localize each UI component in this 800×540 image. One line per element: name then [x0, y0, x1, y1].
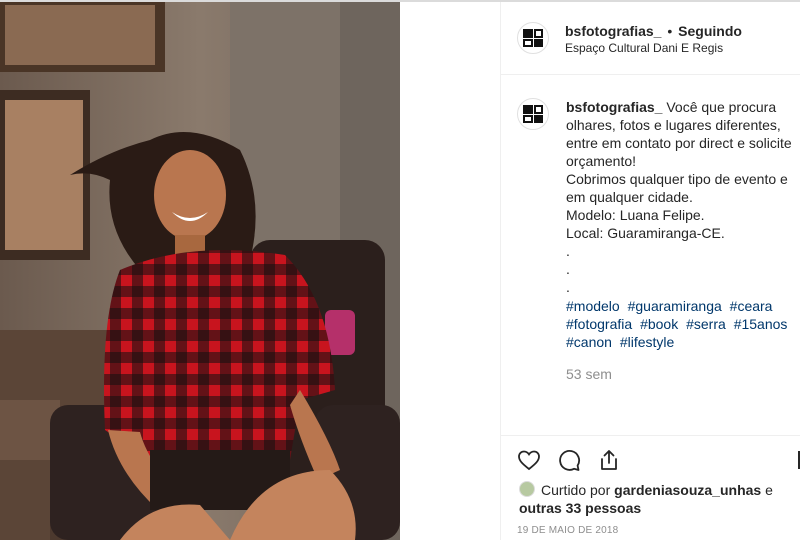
liker-username-link[interactable]: gardeniasouza_unhas [614, 482, 761, 498]
hashtag-link[interactable]: #serra [686, 316, 726, 332]
header-username-line: bsfotografias_ • Seguindo [565, 23, 742, 39]
caption-line: Você que procura [666, 99, 777, 115]
likes-connector: e [765, 482, 773, 498]
hashtag-link[interactable]: #15anos [734, 316, 788, 332]
brand-logo-icon [523, 29, 543, 47]
likes-prefix: Curtido por [541, 482, 611, 498]
separator-dot: • [667, 23, 673, 39]
hashtag-link[interactable]: #guaramiranga [628, 298, 722, 314]
hashtag-link[interactable]: #ceara [730, 298, 773, 314]
top-border [0, 0, 800, 2]
caption-author-avatar[interactable] [517, 98, 549, 130]
caption-line: . [566, 279, 570, 295]
caption-line: em qualquer cidade. [566, 189, 693, 205]
save-button[interactable] [795, 446, 800, 474]
caption-line: olhares, fotos e lugares diferentes, [566, 117, 781, 133]
author-avatar[interactable] [517, 22, 549, 54]
following-button[interactable]: Seguindo [678, 23, 742, 39]
share-icon [601, 450, 617, 470]
action-bar [501, 444, 800, 480]
hashtag-list: #modelo #guaramiranga #ceara #fotografia… [566, 297, 798, 351]
caption-line: Cobrimos qualquer tipo de evento e [566, 171, 788, 187]
share-button[interactable] [595, 446, 623, 474]
comment-icon [559, 449, 580, 471]
hashtag-link[interactable]: #book [640, 316, 678, 332]
liker-avatar[interactable] [519, 481, 535, 497]
caption-line: entre em contato por direct e solicite [566, 135, 792, 151]
heart-icon [518, 450, 540, 471]
bookmark-icon [798, 451, 800, 469]
caption-username-link[interactable]: bsfotografias_ [566, 99, 662, 115]
caption-line: Modelo: Luana Felipe. [566, 207, 705, 223]
caption-line: . [566, 243, 570, 259]
hashtag-link[interactable]: #canon [566, 334, 612, 350]
caption-timestamp[interactable]: 53 sem [566, 366, 612, 382]
post-date[interactable]: 19 DE MAIO DE 2018 [517, 525, 618, 536]
brand-logo-icon [523, 105, 543, 123]
caption-text: bsfotografias_ Você que procura olhares,… [566, 98, 798, 296]
like-button[interactable] [515, 446, 543, 474]
likes-summary: Curtido por gardeniasouza_unhas e outras… [519, 481, 799, 517]
likes-others-link[interactable]: outras 33 pessoas [519, 500, 641, 516]
post-photo-graphic [0, 0, 400, 540]
post-side-panel: bsfotografias_ • Seguindo Espaço Cultura… [500, 0, 800, 540]
caption-line: . [566, 261, 570, 277]
caption-line: orçamento! [566, 153, 637, 169]
hashtag-link[interactable]: #modelo [566, 298, 620, 314]
photo-margin [400, 0, 500, 540]
hashtag-link[interactable]: #fotografia [566, 316, 632, 332]
hashtag-link[interactable]: #lifestyle [620, 334, 674, 350]
author-username-link[interactable]: bsfotografias_ [565, 23, 661, 39]
location-link[interactable]: Espaço Cultural Dani E Regis [565, 41, 723, 55]
comment-button[interactable] [555, 446, 583, 474]
caption-line: Local: Guaramiranga-CE. [566, 225, 725, 241]
post-photo[interactable] [0, 0, 400, 540]
post-header: bsfotografias_ • Seguindo Espaço Cultura… [501, 0, 800, 75]
actions-divider [501, 435, 800, 436]
